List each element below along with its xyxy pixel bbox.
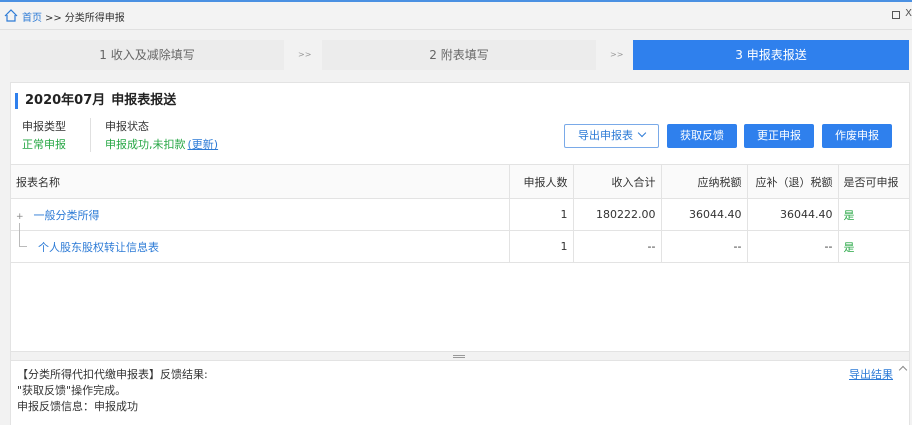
panel-splitter[interactable] [11,351,909,361]
feedback-line-2: "获取反馈"操作完成。 [17,384,127,397]
table-row[interactable]: + 一般分类所得 1 180222.00 36044.40 36044.40 是 [11,198,909,231]
cell-can-report: 是 [837,230,909,263]
breadcrumb-separator: >> [45,13,62,24]
main-panel: 2020年07月 申报表报送 申报类型 正常申报 申报状态 申报成功,未扣款 (更新… [10,82,910,425]
correct-report-button[interactable]: 更正申报 [744,124,814,148]
cell-count: 1 [508,230,573,263]
export-report-label: 导出申报表 [578,129,633,142]
top-bar: 首页 >> 分类所得申报 X [0,0,912,30]
cell-payable: 36044.40 [746,198,838,231]
report-period: 2020年07月 [25,93,106,108]
feedback-line-1: 【分类所得代扣代缴申报表】反馈结果: [17,368,208,381]
export-result-link[interactable]: 导出结果 [849,366,893,382]
col-tax-due: 应纳税额 [660,164,747,199]
cell-tax: -- [660,230,747,263]
table-row[interactable]: 个人股东股权转让信息表 1 -- -- -- 是 [11,223,909,263]
cell-payable: -- [746,230,838,263]
step-bar: 1 收入及减除填写 >> 2 附表填写 >> 3 申报表报送 [10,40,910,70]
cell-income: -- [572,230,661,263]
report-status-label: 申报状态 [105,120,149,133]
report-type-value: 正常申报 [22,138,66,151]
breadcrumb: 首页 >> 分类所得申报 [22,9,125,24]
breadcrumb-home-link[interactable]: 首页 [22,13,42,24]
cell-can-report: 是 [837,198,909,231]
report-link-equity-transfer[interactable]: 个人股东股权转让信息表 [38,241,159,254]
drag-handle-icon[interactable] [453,355,465,358]
restore-icon[interactable] [892,11,900,19]
col-can-report: 是否可申报 [837,164,909,199]
col-income-total: 收入合计 [572,164,661,199]
close-icon[interactable]: X [905,8,912,19]
report-table: 报表名称 申报人数 收入合计 应纳税额 应补（退）税额 是否可申报 + 一般分类… [11,164,909,263]
get-feedback-button[interactable]: 获取反馈 [667,124,737,148]
report-title: 申报表报送 [111,93,177,108]
void-report-button[interactable]: 作废申报 [822,124,892,148]
breadcrumb-current: 分类所得申报 [64,13,125,24]
row-name-cell: 个人股东股权转让信息表 [11,223,509,263]
col-person-count: 申报人数 [508,164,573,199]
page-title: 2020年07月 申报表报送 [15,93,176,109]
step-submit[interactable]: 3 申报表报送 [633,40,909,70]
tree-connector [19,223,27,247]
info-divider [90,118,91,152]
table-header-row: 报表名称 申报人数 收入合计 应纳税额 应补（退）税额 是否可申报 [11,164,909,199]
home-icon[interactable] [4,9,18,22]
cell-count: 1 [508,198,573,231]
refresh-status-link[interactable]: (更新) [188,138,219,151]
report-status-value: 申报成功,未扣款 [105,138,186,151]
export-report-dropdown[interactable]: 导出申报表 [564,124,659,148]
col-report-name: 报表名称 [11,164,509,199]
cell-tax: 36044.40 [660,198,747,231]
scroll-up-icon[interactable] [898,365,908,375]
step-attachment[interactable]: 2 附表填写 [322,40,596,70]
col-tax-payable: 应补（退）税额 [746,164,838,199]
tree-expand-icon[interactable]: + [16,212,26,222]
step-income[interactable]: 1 收入及减除填写 [10,40,284,70]
chevron-down-icon [637,128,647,138]
row-name-cell: + 一般分类所得 [11,198,509,231]
step-arrow-2: >> [610,50,624,59]
report-type-label: 申报类型 [22,120,66,133]
feedback-panel: 【分类所得代扣代缴申报表】反馈结果: "获取反馈"操作完成。 申报反馈信息：申报… [11,362,909,425]
report-link-general[interactable]: 一般分类所得 [34,209,100,222]
report-status: 申报成功,未扣款 (更新) [105,136,218,152]
cell-income: 180222.00 [572,198,661,231]
feedback-line-3: 申报反馈信息：申报成功 [17,400,138,413]
step-arrow-1: >> [298,50,312,59]
